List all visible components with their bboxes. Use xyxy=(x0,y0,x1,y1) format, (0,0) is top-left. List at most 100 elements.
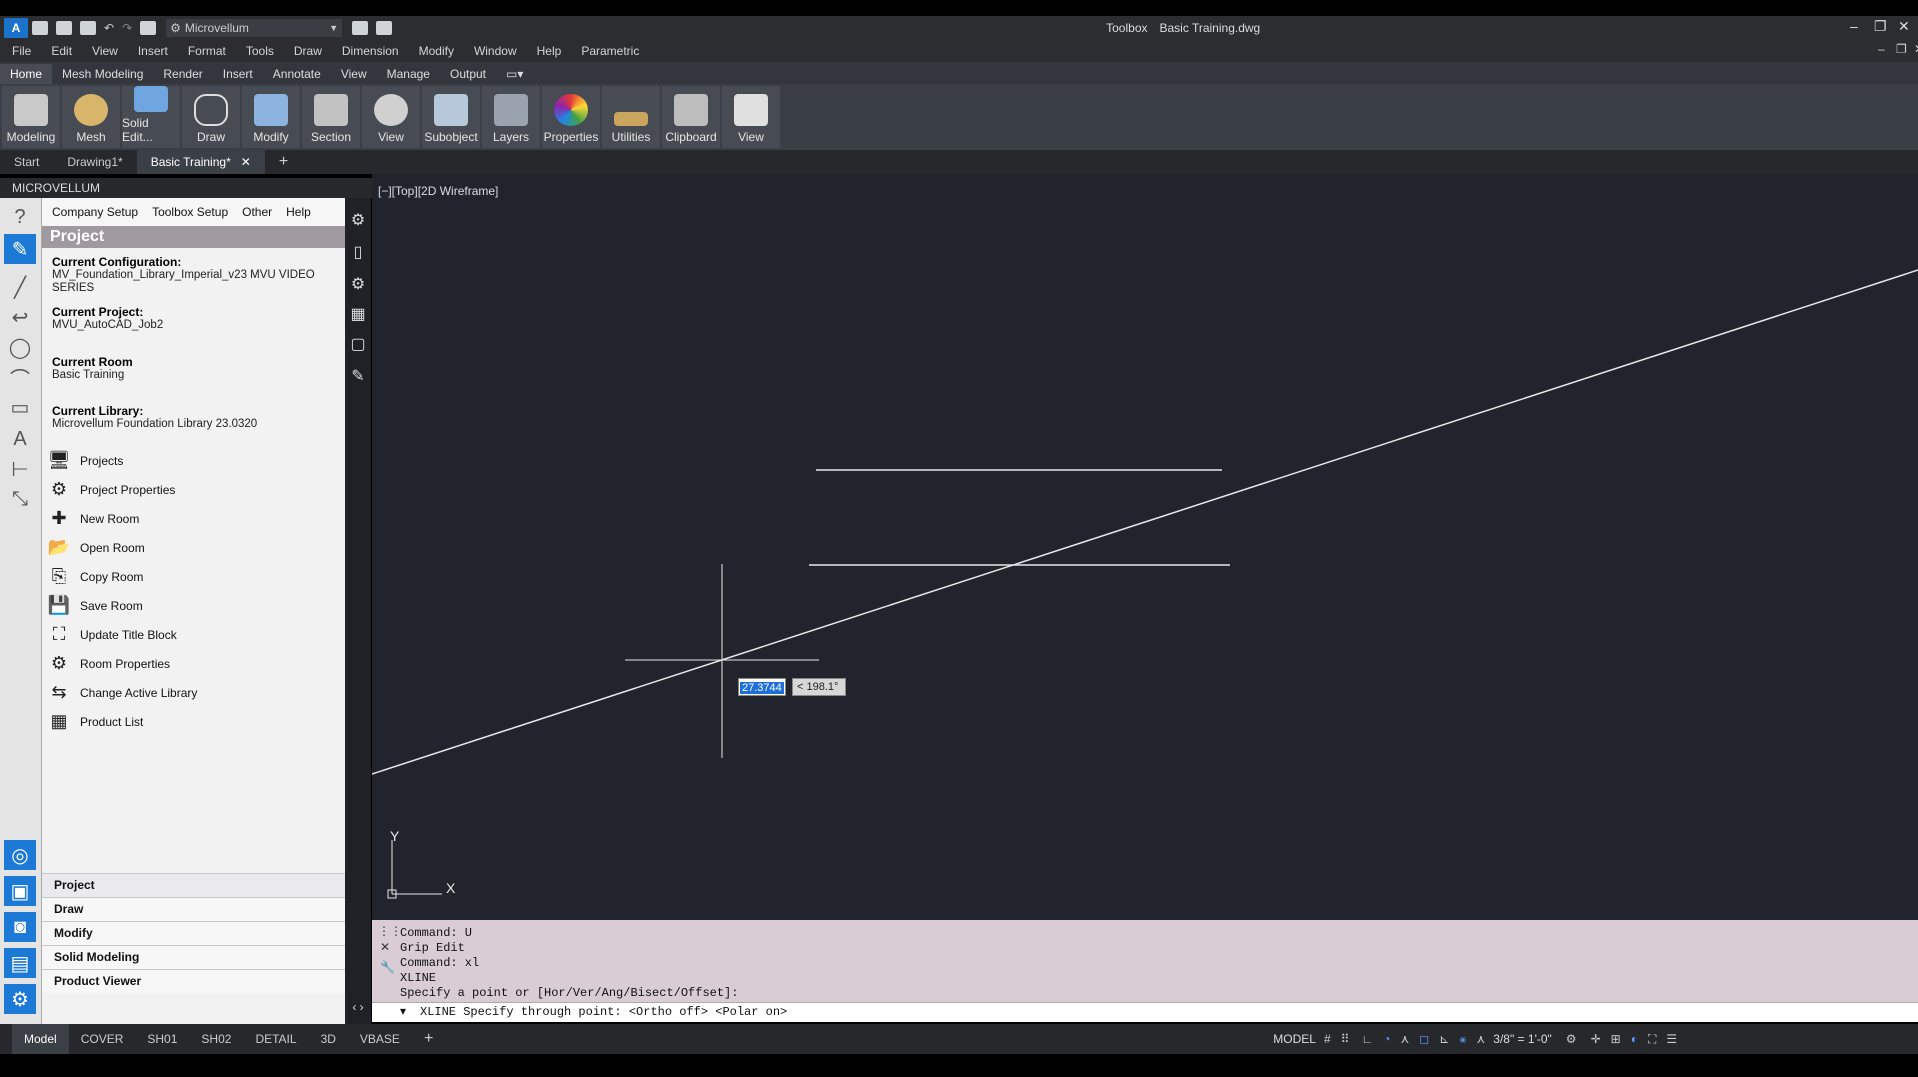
accordion-project[interactable]: Project xyxy=(42,873,345,897)
viewer-icon[interactable]: ▤ xyxy=(4,948,36,978)
menu-parametric[interactable]: Parametric xyxy=(581,44,639,58)
minimize-icon[interactable]: – xyxy=(1850,18,1858,34)
document-icon[interactable]: ▢ xyxy=(349,334,367,354)
brush-icon[interactable]: ✎ xyxy=(349,366,367,386)
ribbon-button-view-2[interactable]: View xyxy=(722,86,780,148)
menu-company-setup[interactable]: Company Setup xyxy=(52,205,138,219)
rectangle-icon[interactable]: ▭ xyxy=(4,392,36,422)
ribbon-tab-manage[interactable]: Manage xyxy=(377,64,440,84)
ribbon-tab-output[interactable]: Output xyxy=(440,64,496,84)
close-icon[interactable]: ✕ xyxy=(1898,18,1910,35)
doc-close-icon[interactable]: ✕ xyxy=(1914,42,1918,56)
settings-gear-icon[interactable]: ⚙ xyxy=(349,210,367,230)
polar-icon[interactable]: ◔ xyxy=(1383,1032,1390,1046)
drawing-viewport[interactable]: [−][Top][2D Wireframe] 27.3744 < 198.1° … xyxy=(372,174,1918,920)
collapse-arrows-icon[interactable]: ‹ › xyxy=(349,1000,367,1020)
accordion-draw[interactable]: Draw xyxy=(42,897,345,921)
report-icon[interactable]: ▯ xyxy=(349,242,367,262)
annotation-scale-dropdown[interactable]: 3/8" = 1'-0" xyxy=(1493,1032,1552,1046)
customize-menu-icon[interactable]: ☰ xyxy=(1666,1032,1677,1046)
isodraft-icon[interactable]: ⋏ xyxy=(1400,1032,1409,1046)
settings-icon[interactable]: ⚙ xyxy=(4,984,36,1014)
ribbon-button-properties[interactable]: Properties xyxy=(542,86,600,148)
layout-tab-model[interactable]: Model xyxy=(12,1024,69,1054)
dynamic-length-input[interactable]: 27.3744 xyxy=(738,678,786,696)
workspace-gear-icon[interactable]: ⚙ xyxy=(1566,1032,1577,1046)
pencil-icon[interactable]: ✎ xyxy=(4,234,36,264)
add-layout-button[interactable]: + xyxy=(412,1024,445,1054)
command-input[interactable]: ▾ XLINE Specify through point: <Ortho off… xyxy=(372,1002,1918,1022)
command-settings-icon[interactable]: 🔧 xyxy=(380,960,395,974)
item-new-room[interactable]: ✚ New Room xyxy=(46,504,342,533)
dimension-icon[interactable]: ⊢ xyxy=(4,454,36,484)
item-product-list[interactable]: ▦ Product List xyxy=(46,707,342,736)
save-icon[interactable] xyxy=(80,21,96,35)
menu-modify[interactable]: Modify xyxy=(419,44,454,58)
otrack-icon[interactable]: ⊾ xyxy=(1439,1032,1449,1046)
menu-draw[interactable]: Draw xyxy=(294,44,322,58)
osnap-icon[interactable]: ◻ xyxy=(1419,1032,1429,1046)
ribbon-tab-view[interactable]: View xyxy=(331,64,377,84)
accordion-product-viewer[interactable]: Product Viewer xyxy=(42,969,345,993)
menu-other[interactable]: Other xyxy=(242,205,272,219)
item-save-room[interactable]: 💾 Save Room xyxy=(46,591,342,620)
restore-icon[interactable]: ❐ xyxy=(1874,18,1887,35)
open-file-icon[interactable] xyxy=(56,21,72,35)
layout-tab-vbase[interactable]: VBASE xyxy=(348,1024,412,1054)
menu-help[interactable]: Help xyxy=(537,44,562,58)
ortho-icon[interactable]: ∟ xyxy=(1361,1032,1373,1046)
close-tab-icon[interactable]: ✕ xyxy=(241,155,251,169)
tab-basic-training[interactable]: Basic Training* ✕ xyxy=(136,150,265,174)
line-icon[interactable]: ╱ xyxy=(4,272,36,302)
command-grip-icon[interactable]: ⋮⋮ xyxy=(378,924,402,938)
menu-file[interactable]: File xyxy=(12,44,31,58)
workspace-dropdown[interactable]: ⚙ Microvellum ▼ xyxy=(166,19,343,37)
command-close-icon[interactable]: ✕ xyxy=(380,940,390,954)
accordion-solid-modeling[interactable]: Solid Modeling xyxy=(42,945,345,969)
new-tab-button[interactable]: + xyxy=(265,150,302,174)
item-open-room[interactable]: 📂 Open Room xyxy=(46,533,342,562)
isolate-icon[interactable]: ◐ xyxy=(1631,1032,1638,1046)
print-icon[interactable] xyxy=(140,21,157,35)
annotation-icon[interactable]: ⚹ xyxy=(1459,1032,1466,1047)
item-project-properties[interactable]: ⚙ Project Properties xyxy=(46,475,342,504)
ribbon-button-layers[interactable]: Layers xyxy=(482,86,540,148)
snap-icon[interactable]: ⠿ xyxy=(1341,1032,1350,1046)
crosshair-plus-icon[interactable]: ✛ xyxy=(1591,1032,1601,1046)
polyline-icon[interactable]: ↩ xyxy=(4,302,36,332)
app-logo-icon[interactable]: A xyxy=(4,18,28,38)
menu-view[interactable]: View xyxy=(92,44,118,58)
layout-tab-cover[interactable]: COVER xyxy=(69,1024,136,1054)
item-copy-room[interactable]: ⎘ Copy Room xyxy=(46,562,342,591)
item-update-title-block[interactable]: ⛶ Update Title Block xyxy=(46,620,342,649)
units-icon[interactable]: ⊞ xyxy=(1611,1032,1621,1046)
menu-window[interactable]: Window xyxy=(474,44,517,58)
new-file-icon[interactable] xyxy=(32,21,48,35)
help-icon[interactable]: ? xyxy=(4,202,36,232)
doc-minimize-icon[interactable]: – xyxy=(1878,42,1885,56)
ribbon-tab-annotate[interactable]: Annotate xyxy=(263,64,331,84)
dynamic-angle-input[interactable]: < 198.1° xyxy=(792,678,846,696)
ribbon-tab-render[interactable]: Render xyxy=(153,64,212,84)
layout-tab-sh01[interactable]: SH01 xyxy=(135,1024,189,1054)
ribbon-button-section[interactable]: Section xyxy=(302,86,360,148)
tab-drawing1[interactable]: Drawing1* xyxy=(53,150,136,174)
model-space-toggle[interactable]: MODEL xyxy=(1273,1032,1316,1046)
ribbon-tab-mesh-modeling[interactable]: Mesh Modeling xyxy=(52,64,153,84)
tab-start[interactable]: Start xyxy=(0,150,53,174)
menu-tools[interactable]: Tools xyxy=(246,44,274,58)
redo-icon[interactable]: ↷ xyxy=(122,21,132,35)
ribbon-options-icon[interactable]: ▭▾ xyxy=(496,64,533,84)
camera-icon[interactable]: ◙ xyxy=(4,912,36,942)
publish-icon[interactable] xyxy=(352,21,369,35)
annotation-scale-icon[interactable]: ⋏ xyxy=(1476,1032,1485,1046)
menu-dimension[interactable]: Dimension xyxy=(342,44,399,58)
undo-icon[interactable]: ↶ xyxy=(104,21,114,35)
drawing-canvas[interactable] xyxy=(372,174,1918,920)
aligned-dimension-icon[interactable]: ⤡ xyxy=(4,484,36,514)
ribbon-button-modify[interactable]: Modify xyxy=(242,86,300,148)
ribbon-tab-home[interactable]: Home xyxy=(0,64,53,84)
arc-icon[interactable]: ⌒ xyxy=(4,362,36,392)
plot-icon[interactable] xyxy=(376,21,393,35)
menu-format[interactable]: Format xyxy=(188,44,226,58)
